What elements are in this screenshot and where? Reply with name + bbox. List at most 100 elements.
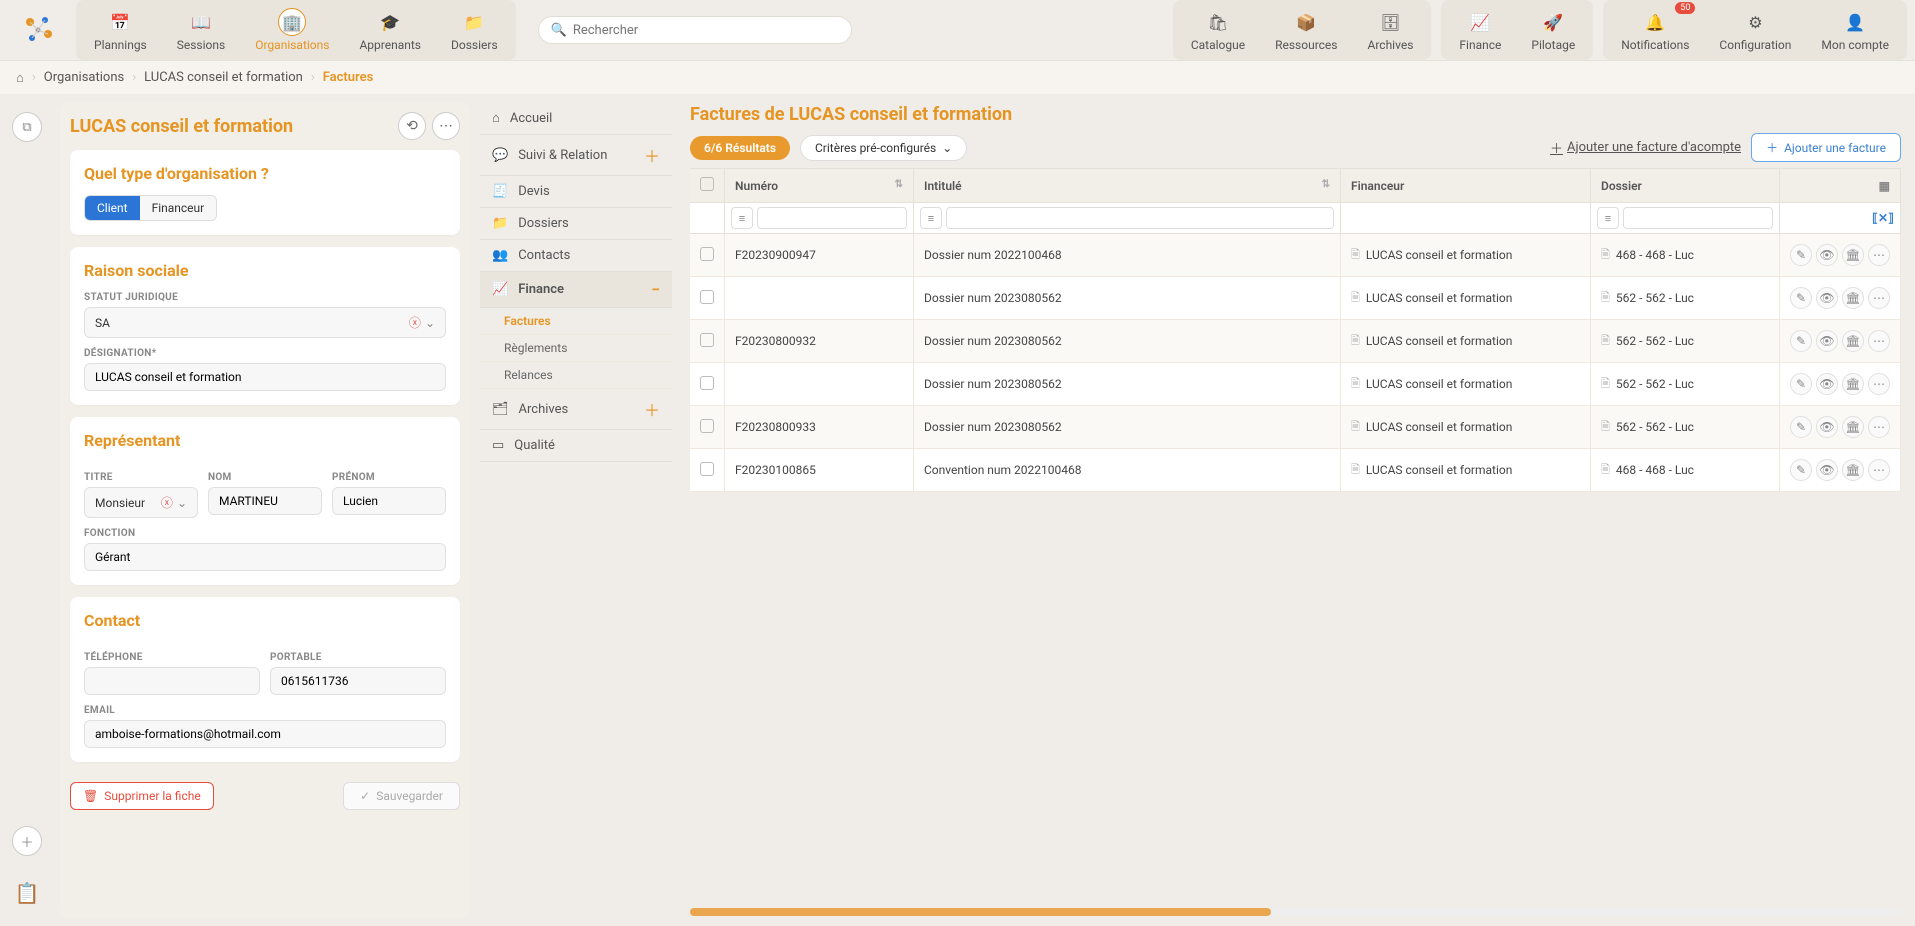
more-icon[interactable]: ⋯ <box>1868 244 1890 266</box>
nav-plannings[interactable]: 📅Plannings <box>80 4 161 56</box>
nav-configuration[interactable]: ⚙Configuration <box>1705 4 1805 56</box>
delete-button[interactable]: 🗑 Supprimer la fiche <box>70 782 214 810</box>
view-icon[interactable]: 👁 <box>1816 287 1838 309</box>
titre-select[interactable]: Monsieur ⓧ⌄ <box>84 487 198 518</box>
subnav-reglements[interactable]: Règlements <box>480 335 672 362</box>
view-icon[interactable]: 👁 <box>1816 373 1838 395</box>
plus-icon[interactable]: ＋ <box>644 143 660 167</box>
select-all-checkbox[interactable] <box>700 177 714 191</box>
subnav-contacts[interactable]: 👥Contacts <box>480 240 672 272</box>
pill-client[interactable]: Client <box>85 196 140 220</box>
nav-notifications[interactable]: 🔔Notifications50 <box>1607 4 1703 56</box>
edit-icon[interactable]: ✎ <box>1790 244 1812 266</box>
subnav-factures[interactable]: Factures <box>480 308 672 335</box>
subnav-qualite[interactable]: ▭Qualité <box>480 430 672 462</box>
table-row[interactable]: F20230900947Dossier num 2022100468🗎LUCAS… <box>690 234 1901 277</box>
subnav-accueil[interactable]: ⌂Accueil <box>480 102 672 135</box>
search-box[interactable]: 🔍 <box>538 16 853 44</box>
bank-icon[interactable]: 🏛 <box>1842 330 1864 352</box>
filter-numero[interactable] <box>757 207 907 229</box>
statut-select[interactable]: SA ⓧ⌄ <box>84 307 446 338</box>
more-icon[interactable]: ⋯ <box>432 112 460 140</box>
row-checkbox[interactable] <box>700 290 714 304</box>
save-button[interactable]: ✓ Sauvegarder <box>343 782 460 810</box>
edit-icon[interactable]: ✎ <box>1790 287 1812 309</box>
search-input[interactable] <box>573 23 839 38</box>
nav-pilotage[interactable]: 🚀Pilotage <box>1517 4 1589 56</box>
row-checkbox[interactable] <box>700 333 714 347</box>
view-icon[interactable]: 👁 <box>1816 330 1838 352</box>
more-icon[interactable]: ⋯ <box>1868 416 1890 438</box>
prenom-input[interactable] <box>332 487 446 515</box>
clear-filters-icon[interactable]: ⟦✕⟧ <box>1872 211 1894 225</box>
horizontal-scrollbar[interactable] <box>690 908 1901 916</box>
bank-icon[interactable]: 🏛 <box>1842 373 1864 395</box>
add-icon[interactable]: ＋ <box>12 826 42 856</box>
edit-icon[interactable]: ✎ <box>1790 373 1812 395</box>
add-acompte-link[interactable]: ＋ Ajouter une facture d'acompte <box>1550 138 1741 157</box>
criteres-dropdown[interactable]: Critères pré-configurés ⌄ <box>800 135 967 161</box>
filter-icon[interactable]: ≡ <box>920 207 942 229</box>
plus-icon[interactable]: ＋ <box>644 397 660 421</box>
col-intitule[interactable]: Intitulé <box>924 179 962 193</box>
fonction-input[interactable] <box>84 543 446 571</box>
subnav-devis[interactable]: 🧾Devis <box>480 176 672 208</box>
bank-icon[interactable]: 🏛 <box>1842 416 1864 438</box>
view-icon[interactable]: 👁 <box>1816 244 1838 266</box>
col-dossier[interactable]: Dossier <box>1601 179 1642 193</box>
breadcrumb-item[interactable]: LUCAS conseil et formation <box>144 70 303 85</box>
sort-icon[interactable]: ⇅ <box>895 179 903 190</box>
pill-financeur[interactable]: Financeur <box>140 196 217 220</box>
nav-finance[interactable]: 📈Finance <box>1445 4 1515 56</box>
row-checkbox[interactable] <box>700 419 714 433</box>
subnav-suivi[interactable]: 💬Suivi & Relation＋ <box>480 135 672 176</box>
nav-sessions[interactable]: 📖Sessions <box>163 4 239 56</box>
more-icon[interactable]: ⋯ <box>1868 373 1890 395</box>
nav-catalogue[interactable]: 🛍Catalogue <box>1177 4 1259 56</box>
clear-icon[interactable]: ⓧ <box>161 496 173 510</box>
subnav-dossiers[interactable]: 📁Dossiers <box>480 208 672 240</box>
col-financeur[interactable]: Financeur <box>1351 179 1404 193</box>
tel-input[interactable] <box>84 667 260 695</box>
collapse-panel-icon[interactable]: ⧉ <box>12 112 42 142</box>
minus-icon[interactable]: − <box>651 280 660 299</box>
clear-icon[interactable]: ⓧ <box>409 316 421 330</box>
broadcast-icon[interactable]: ⟲ <box>398 112 426 140</box>
row-checkbox[interactable] <box>700 462 714 476</box>
more-icon[interactable]: ⋯ <box>1868 287 1890 309</box>
table-row[interactable]: F20230800932Dossier num 2023080562🗎LUCAS… <box>690 320 1901 363</box>
filter-dossier[interactable] <box>1623 207 1773 229</box>
home-icon[interactable]: ⌂ <box>16 70 24 86</box>
filter-intitule[interactable] <box>946 207 1334 229</box>
nav-dossiers[interactable]: 📁Dossiers <box>437 4 512 56</box>
filter-icon[interactable]: ≡ <box>731 207 753 229</box>
email-input[interactable] <box>84 720 446 748</box>
designation-input[interactable] <box>84 363 446 391</box>
table-row[interactable]: Dossier num 2023080562🗎LUCAS conseil et … <box>690 363 1901 406</box>
table-row[interactable]: F20230800933Dossier num 2023080562🗎LUCAS… <box>690 406 1901 449</box>
view-icon[interactable]: 👁 <box>1816 416 1838 438</box>
edit-icon[interactable]: ✎ <box>1790 416 1812 438</box>
clipboard-icon[interactable]: 📋 <box>12 878 42 908</box>
nav-organisations[interactable]: 🏢Organisations <box>241 4 343 56</box>
subnav-archives[interactable]: 🗂Archives＋ <box>480 389 672 430</box>
columns-icon[interactable]: ▦ <box>1879 179 1890 193</box>
edit-icon[interactable]: ✎ <box>1790 459 1812 481</box>
add-facture-button[interactable]: ＋ Ajouter une facture <box>1751 133 1901 162</box>
more-icon[interactable]: ⋯ <box>1868 330 1890 352</box>
nav-moncompte[interactable]: 👤Mon compte <box>1807 4 1903 56</box>
nav-archives[interactable]: 🗄Archives <box>1354 4 1428 56</box>
col-numero[interactable]: Numéro <box>735 179 778 193</box>
table-row[interactable]: Dossier num 2023080562🗎LUCAS conseil et … <box>690 277 1901 320</box>
row-checkbox[interactable] <box>700 247 714 261</box>
subnav-finance[interactable]: 📈Finance− <box>480 272 672 308</box>
org-type-toggle[interactable]: Client Financeur <box>84 195 217 221</box>
edit-icon[interactable]: ✎ <box>1790 330 1812 352</box>
subnav-relances[interactable]: Relances <box>480 362 672 389</box>
table-row[interactable]: F20230100865Convention num 2022100468🗎LU… <box>690 449 1901 492</box>
sort-icon[interactable]: ⇅ <box>1322 179 1330 190</box>
nom-input[interactable] <box>208 487 322 515</box>
nav-apprenants[interactable]: 🎓Apprenants <box>345 4 435 56</box>
row-checkbox[interactable] <box>700 376 714 390</box>
view-icon[interactable]: 👁 <box>1816 459 1838 481</box>
